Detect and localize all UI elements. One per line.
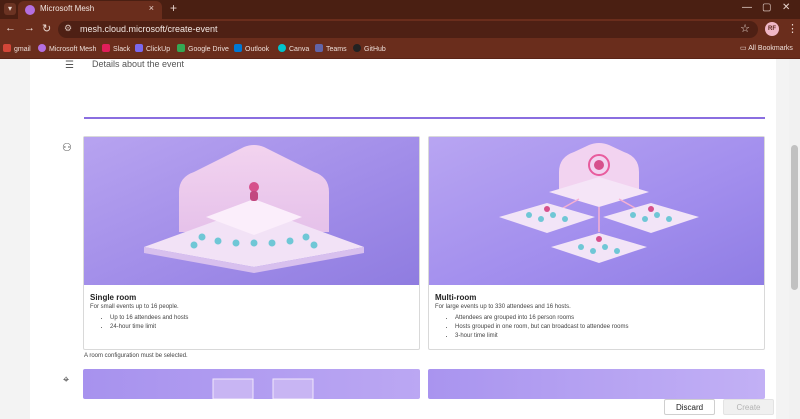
gmail-icon bbox=[3, 44, 11, 52]
profile-avatar[interactable]: RF bbox=[765, 22, 779, 36]
browser-tab-bar: ▾ Microsoft Mesh × + — ▢ ✕ bbox=[0, 0, 800, 19]
bookmark-teams[interactable]: Teams bbox=[315, 44, 347, 53]
folder-icon: ▭ bbox=[740, 45, 749, 52]
people-icon: ⚇ bbox=[62, 142, 72, 154]
tab-title: Microsoft Mesh bbox=[40, 4, 95, 13]
multi-room-illustration bbox=[429, 137, 764, 285]
drive-icon bbox=[177, 44, 185, 52]
single-room-features: Up to 16 attendees and hosts 24-hour tim… bbox=[110, 315, 188, 333]
multi-room-title: Multi-room bbox=[435, 293, 477, 302]
bookmark-star-icon[interactable]: ☆ bbox=[740, 22, 750, 35]
page-scrollbar[interactable] bbox=[789, 59, 800, 419]
list-item: Hosts grouped in one room, but can broad… bbox=[455, 324, 628, 330]
environment-card-2-preview bbox=[428, 369, 765, 399]
canva-icon bbox=[278, 44, 286, 52]
mesh-favicon-icon bbox=[25, 5, 35, 15]
bookmark-google-drive[interactable]: Google Drive bbox=[177, 44, 229, 53]
minimize-button[interactable]: — bbox=[742, 2, 752, 13]
teams-icon bbox=[315, 44, 323, 52]
bookmark-slack[interactable]: Slack bbox=[102, 44, 130, 53]
browser-menu-icon[interactable]: ⋮ bbox=[787, 22, 798, 35]
outlook-icon bbox=[234, 44, 242, 52]
scrollbar-thumb[interactable] bbox=[791, 145, 798, 290]
site-info-icon[interactable]: ⚙ bbox=[64, 23, 72, 34]
location-icon: ⌖ bbox=[63, 374, 70, 386]
bookmark-gmail[interactable]: gmail bbox=[3, 44, 31, 53]
bookmark-mesh[interactable]: Microsoft Mesh bbox=[38, 44, 96, 53]
tab-search-button[interactable]: ▾ bbox=[4, 3, 16, 15]
single-room-illustration bbox=[84, 137, 419, 285]
event-description-textarea[interactable]: Details about the event bbox=[84, 59, 765, 119]
description-text: Details about the event bbox=[92, 59, 185, 69]
browser-toolbar: ← → ↻ ⚙ mesh.cloud.microsoft/create-even… bbox=[0, 19, 800, 40]
bookmark-outlook[interactable]: Outlook bbox=[234, 44, 269, 53]
bookmark-canva[interactable]: Canva bbox=[278, 44, 309, 53]
all-bookmarks[interactable]: ▭ All Bookmarks bbox=[740, 44, 793, 52]
address-bar[interactable]: ⚙ mesh.cloud.microsoft/create-event ☆ bbox=[58, 21, 758, 38]
slack-icon bbox=[102, 44, 110, 52]
single-room-card[interactable]: Single room For small events up to 16 pe… bbox=[83, 136, 420, 350]
single-room-illustration-svg bbox=[84, 137, 419, 285]
discard-button[interactable]: Discard bbox=[664, 399, 715, 415]
list-item: 24-hour time limit bbox=[110, 324, 188, 330]
bookmarks-bar: gmail Microsoft Mesh Slack ClickUp Googl… bbox=[0, 40, 800, 59]
browser-tab[interactable]: Microsoft Mesh × bbox=[18, 1, 162, 19]
reload-icon[interactable]: ↻ bbox=[42, 22, 51, 35]
mesh-icon bbox=[38, 44, 46, 52]
list-item: Attendees are grouped into 16 person roo… bbox=[455, 315, 628, 321]
single-room-subtitle: For small events up to 16 people. bbox=[90, 304, 179, 310]
bookmark-github[interactable]: GitHub bbox=[353, 44, 386, 53]
tab-close-icon[interactable]: × bbox=[149, 3, 154, 13]
room-validation-message: A room configuration must be selected. bbox=[84, 353, 188, 359]
maximize-button[interactable]: ▢ bbox=[762, 2, 771, 13]
single-room-title: Single room bbox=[90, 293, 137, 302]
environment-card-1-preview bbox=[83, 369, 420, 399]
list-item: Up to 16 attendees and hosts bbox=[110, 315, 188, 321]
github-icon bbox=[353, 44, 361, 52]
url-text[interactable]: mesh.cloud.microsoft/create-event bbox=[80, 24, 218, 34]
list-item: 3-hour time limit bbox=[455, 333, 628, 339]
create-button[interactable]: Create bbox=[723, 399, 774, 415]
environment-card-1[interactable] bbox=[83, 369, 420, 399]
clickup-icon bbox=[135, 44, 143, 52]
description-icon: ☰ bbox=[65, 60, 74, 71]
multi-room-features: Attendees are grouped into 16 person roo… bbox=[455, 315, 628, 342]
forward-icon[interactable]: → bbox=[24, 22, 35, 34]
multi-room-illustration-svg bbox=[429, 137, 764, 285]
environment-card-2[interactable] bbox=[428, 369, 765, 399]
close-window-button[interactable]: ✕ bbox=[782, 2, 790, 13]
back-icon[interactable]: ← bbox=[5, 22, 16, 34]
multi-room-card[interactable]: Multi-room For large events up to 330 at… bbox=[428, 136, 765, 350]
new-tab-button[interactable]: + bbox=[170, 1, 177, 15]
multi-room-subtitle: For large events up to 330 attendees and… bbox=[435, 304, 571, 310]
bookmark-clickup[interactable]: ClickUp bbox=[135, 44, 170, 53]
